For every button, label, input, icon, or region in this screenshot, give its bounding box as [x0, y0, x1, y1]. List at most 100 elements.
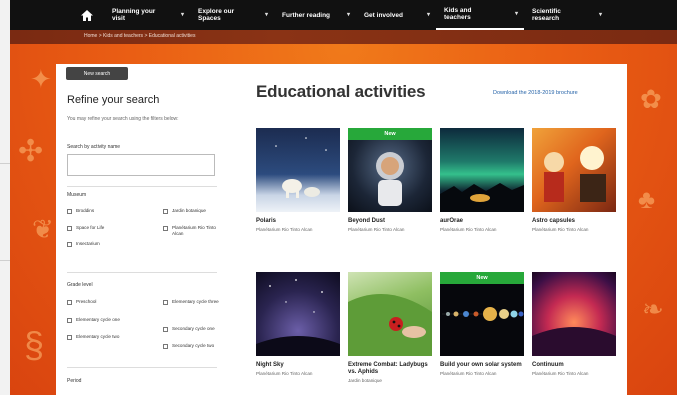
chevron-down-icon: ▾	[180, 11, 184, 18]
checkbox-label: Elementary cycle two	[76, 334, 120, 339]
activity-card[interactable]: Astro capsules Planétarium Rio Tinto Alc…	[532, 128, 616, 232]
activity-location: Planétarium Rio Tinto Alcan	[348, 227, 405, 232]
chevron-down-icon: ▾	[514, 10, 518, 17]
activity-location: Planétarium Rio Tinto Alcan	[440, 227, 497, 232]
nav-further-reading[interactable]: Further reading ▾	[274, 0, 356, 30]
activity-card[interactable]: Continuum Planétarium Rio Tinto Alcan	[532, 272, 616, 376]
checkbox-label: Insectarium	[76, 241, 100, 246]
dragonfly-decoration-icon: ✣	[18, 135, 44, 168]
divider	[67, 186, 217, 187]
divider	[67, 272, 217, 273]
checkbox-label: Secondary cycle two	[172, 343, 215, 348]
activity-title[interactable]: Astro capsules	[532, 218, 616, 225]
activity-thumbnail[interactable]	[348, 272, 432, 356]
activity-search-input[interactable]	[67, 154, 215, 176]
activity-title[interactable]: Polaris	[256, 218, 340, 225]
nav-kids-and-teachers[interactable]: Kids and teachers ▾	[436, 0, 524, 30]
grade-checkbox[interactable]: Elementary cycle one	[67, 317, 120, 323]
aurora-image	[440, 183, 524, 212]
top-navigation: Planning your visit ▾ Explore our Spaces…	[10, 0, 677, 30]
checkbox-box[interactable]	[163, 326, 168, 332]
grade-label: Grade level	[67, 282, 93, 288]
chevron-down-icon: ▾	[264, 11, 268, 18]
bird-decoration-icon: ❧	[642, 294, 664, 324]
checkbox-box[interactable]	[67, 334, 72, 340]
grade-checkbox[interactable]: Elementary cycle three	[163, 299, 223, 305]
checkbox-box[interactable]	[67, 299, 72, 305]
activity-card[interactable]: Night Sky Planétarium Rio Tinto Alcan	[256, 272, 340, 376]
nav-label: Kids and teachers	[444, 7, 472, 21]
page-left-margin	[0, 0, 10, 395]
home-icon	[81, 9, 93, 21]
activity-location: Planétarium Rio Tinto Alcan	[256, 371, 313, 376]
nav-label: Explore our Spaces	[198, 8, 235, 22]
grade-checkbox[interactable]: Preschool	[67, 299, 96, 305]
star-decoration-icon: ✦	[30, 64, 52, 94]
checkbox-label: Jardin botanique	[172, 208, 206, 213]
activity-thumbnail[interactable]	[256, 128, 340, 212]
checkbox-label: Broddins	[76, 208, 95, 213]
tree-decoration-icon: ♣	[638, 184, 656, 214]
checkbox-box[interactable]	[163, 343, 168, 349]
activity-thumbnail[interactable]: New	[440, 272, 524, 356]
period-label: Period	[67, 378, 82, 384]
checkbox-box[interactable]	[67, 241, 72, 247]
night-sky-image	[256, 279, 340, 356]
checkbox-label: Planétarium Rio Tinto Alcan	[172, 225, 216, 236]
margin-line	[0, 260, 10, 261]
activity-thumbnail[interactable]	[440, 128, 524, 212]
breadcrumb[interactable]: Home > Kids and teachers > Educational a…	[84, 33, 195, 39]
flower-decoration-icon: ✿	[640, 84, 662, 114]
activity-location: Planétarium Rio Tinto Alcan	[256, 227, 313, 232]
museum-checkbox[interactable]: Planétarium Rio Tinto Alcan	[163, 225, 223, 236]
activity-title[interactable]: Extreme Combat: Ladybugs vs. Aphids	[348, 362, 432, 376]
museum-checkbox[interactable]: Jardin botanique	[163, 208, 206, 214]
activity-thumbnail[interactable]: New	[348, 128, 432, 212]
checkbox-box[interactable]	[163, 208, 168, 214]
checkbox-box[interactable]	[163, 299, 168, 305]
nav-get-involved[interactable]: Get involved ▾	[356, 0, 436, 30]
activity-title[interactable]: Night Sky	[256, 362, 340, 369]
seahorse-decoration-icon: §	[24, 324, 45, 365]
activity-title[interactable]: Continuum	[532, 362, 616, 369]
nav-scientific-research[interactable]: Scientific research ▾	[524, 0, 608, 30]
checkbox-box[interactable]	[67, 317, 72, 323]
nav-label: Further reading	[282, 11, 331, 19]
checkbox-label: Space for Life	[76, 225, 105, 230]
museum-checkbox[interactable]: Space for Life	[67, 225, 104, 231]
nav-label: Planning your visit	[112, 8, 156, 22]
breadcrumb-bar: Home > Kids and teachers > Educational a…	[10, 30, 677, 44]
grade-checkbox[interactable]: Secondary cycle one	[163, 326, 215, 332]
nav-planning-your-visit[interactable]: Planning your visit ▾	[104, 0, 190, 30]
activity-card[interactable]: aurOrae Planétarium Rio Tinto Alcan	[440, 128, 524, 232]
refine-title: Refine your search	[67, 94, 160, 106]
download-brochure-link[interactable]: Download the 2018-2019 brochure	[493, 90, 578, 96]
activity-card[interactable]: New Beyond Dust Planétarium Rio Tinto Al…	[348, 128, 432, 232]
museum-checkbox[interactable]: Insectarium	[67, 241, 100, 247]
search-label: Search by activity name	[67, 144, 121, 150]
nav-explore-our-spaces[interactable]: Explore our Spaces ▾	[190, 0, 274, 30]
museum-checkbox[interactable]: Broddins	[67, 208, 94, 214]
activity-thumbnail[interactable]	[256, 272, 340, 356]
grade-checkbox[interactable]: Elementary cycle two	[67, 334, 119, 340]
new-search-button[interactable]: New search	[66, 67, 128, 80]
activity-title[interactable]: Build your own solar system	[440, 362, 524, 369]
activity-card[interactable]: Extreme Combat: Ladybugs vs. Aphids Jard…	[348, 272, 432, 383]
checkbox-box[interactable]	[67, 208, 72, 214]
checkbox-box[interactable]	[163, 225, 168, 231]
activity-title[interactable]: aurOrae	[440, 218, 524, 225]
museum-label: Museum	[67, 192, 87, 198]
activity-location: Jardin botanique	[348, 378, 382, 383]
page-title: Educational activities	[256, 82, 426, 101]
checkbox-label: Preschool	[76, 299, 97, 304]
activity-title[interactable]: Beyond Dust	[348, 218, 432, 225]
activity-location: Planétarium Rio Tinto Alcan	[532, 227, 589, 232]
home-button[interactable]	[70, 0, 104, 30]
activity-card[interactable]: New Build your own solar system Planétar…	[440, 272, 524, 376]
activity-card[interactable]: Polaris Planétarium Rio Tinto Alcan	[256, 128, 340, 232]
activity-location: Planétarium Rio Tinto Alcan	[440, 371, 497, 376]
activity-thumbnail[interactable]	[532, 272, 616, 356]
activity-thumbnail[interactable]	[532, 128, 616, 212]
checkbox-box[interactable]	[67, 225, 72, 231]
grade-checkbox[interactable]: Secondary cycle two	[163, 343, 214, 349]
